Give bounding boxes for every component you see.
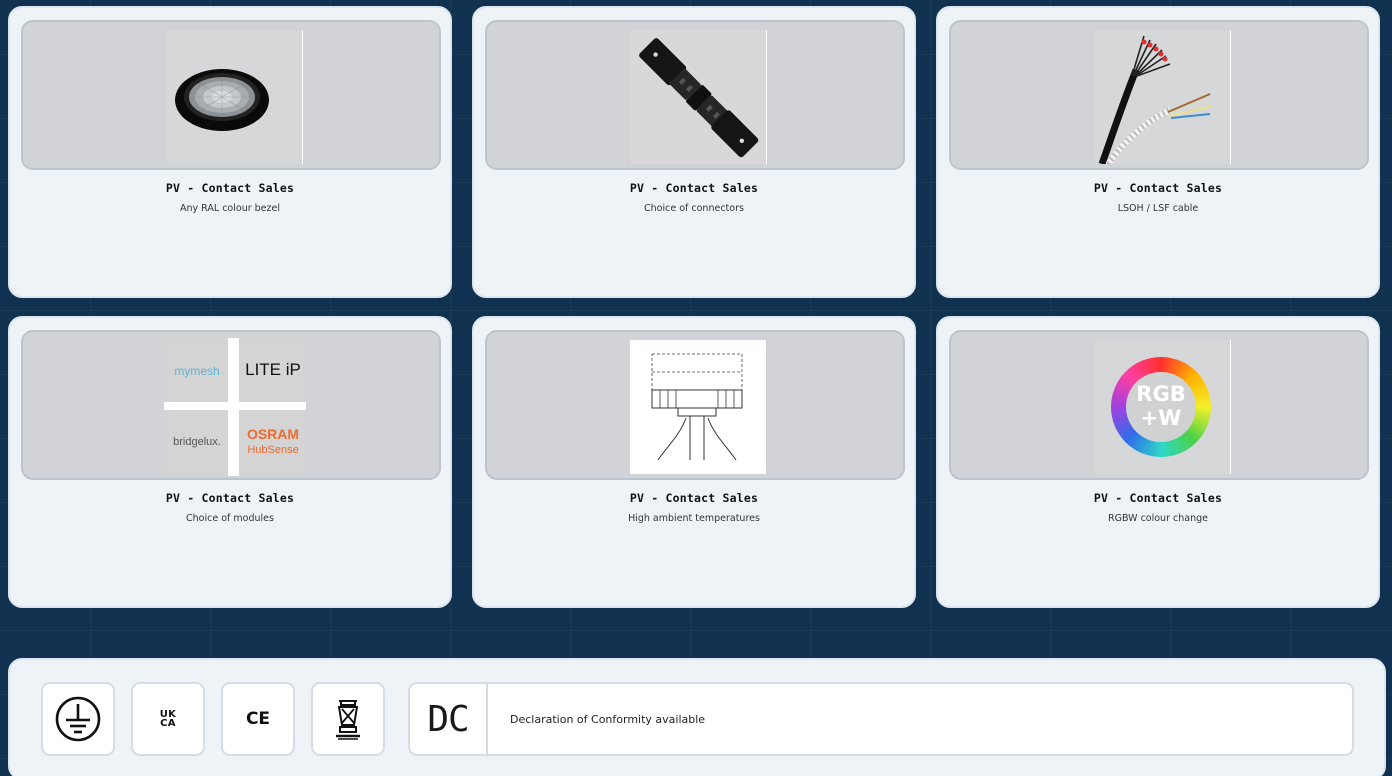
ce-mark: CE [245, 709, 271, 729]
card-image-box [485, 20, 905, 170]
card-image-box [21, 20, 441, 170]
rgbw-wheel-image: RGB +W [1094, 340, 1231, 474]
card-description: Any RAL colour bezel [180, 203, 280, 214]
product-card-temperatures: PV - Contact Sales High ambient temperat… [472, 316, 916, 608]
ukca-cert: UK CA [131, 682, 205, 756]
earth-ground-cert [41, 682, 115, 756]
ce-cert: CE [221, 682, 295, 756]
card-description: RGBW colour change [1108, 513, 1208, 524]
lamp-safety-icon [336, 700, 360, 740]
plus-w-label: +W [1140, 406, 1182, 430]
product-card-connectors: PV - Contact Sales Choice of connectors [472, 6, 916, 298]
card-image-box: mymesh LITE iP bridgelux. OSRAM HubSense [21, 330, 441, 480]
logo-divider-horizontal [164, 402, 306, 410]
ukca-mark: UK CA [159, 709, 177, 729]
card-description: Choice of connectors [644, 203, 744, 214]
card-description: Choice of modules [186, 513, 274, 524]
declaration-of-conformity: DC Declaration of Conformity available [408, 682, 1354, 756]
bezel-image [166, 30, 303, 164]
liteip-logo: LITE iP [245, 360, 301, 379]
card-image-box: RGB +W [949, 330, 1369, 480]
card-title: PV - Contact Sales [1093, 491, 1223, 505]
doc-description: Declaration of Conformity available [510, 712, 706, 726]
card-title: PV - Contact Sales [629, 491, 759, 505]
card-title: PV - Contact Sales [1093, 181, 1223, 195]
card-description: High ambient temperatures [628, 513, 760, 524]
osram-logo: OSRAM [246, 426, 300, 442]
connector-image [630, 30, 767, 164]
card-description: LSOH / LSF cable [1117, 203, 1199, 214]
bridgelux-logo: bridgelux. [173, 436, 221, 448]
earth-ground-icon [55, 696, 101, 742]
card-title: PV - Contact Sales [165, 181, 295, 195]
product-card-bezel: PV - Contact Sales Any RAL colour bezel [8, 6, 452, 298]
card-image-box [485, 330, 905, 480]
product-card-modules: mymesh LITE iP bridgelux. OSRAM HubSense… [8, 316, 452, 608]
mymesh-logo: mymesh [174, 364, 220, 378]
heat-diagram-image [630, 340, 767, 474]
doc-mark: DC [410, 684, 488, 754]
cable-image [1094, 30, 1231, 164]
module-logos-image: mymesh LITE iP bridgelux. OSRAM HubSense [164, 338, 306, 476]
hubsense-logo: HubSense [247, 444, 299, 456]
product-card-rgbw: RGB +W PV - Contact Sales RGBW colour ch… [936, 316, 1380, 608]
card-title: PV - Contact Sales [629, 181, 759, 195]
rgb-label: RGB [1136, 382, 1186, 406]
certifications-panel: UK CA CE DC Declaration of Conformity av… [8, 658, 1386, 776]
card-image-box [949, 20, 1369, 170]
lamp-safety-cert [311, 682, 385, 756]
product-card-cable: PV - Contact Sales LSOH / LSF cable [936, 6, 1380, 298]
card-title: PV - Contact Sales [165, 491, 295, 505]
